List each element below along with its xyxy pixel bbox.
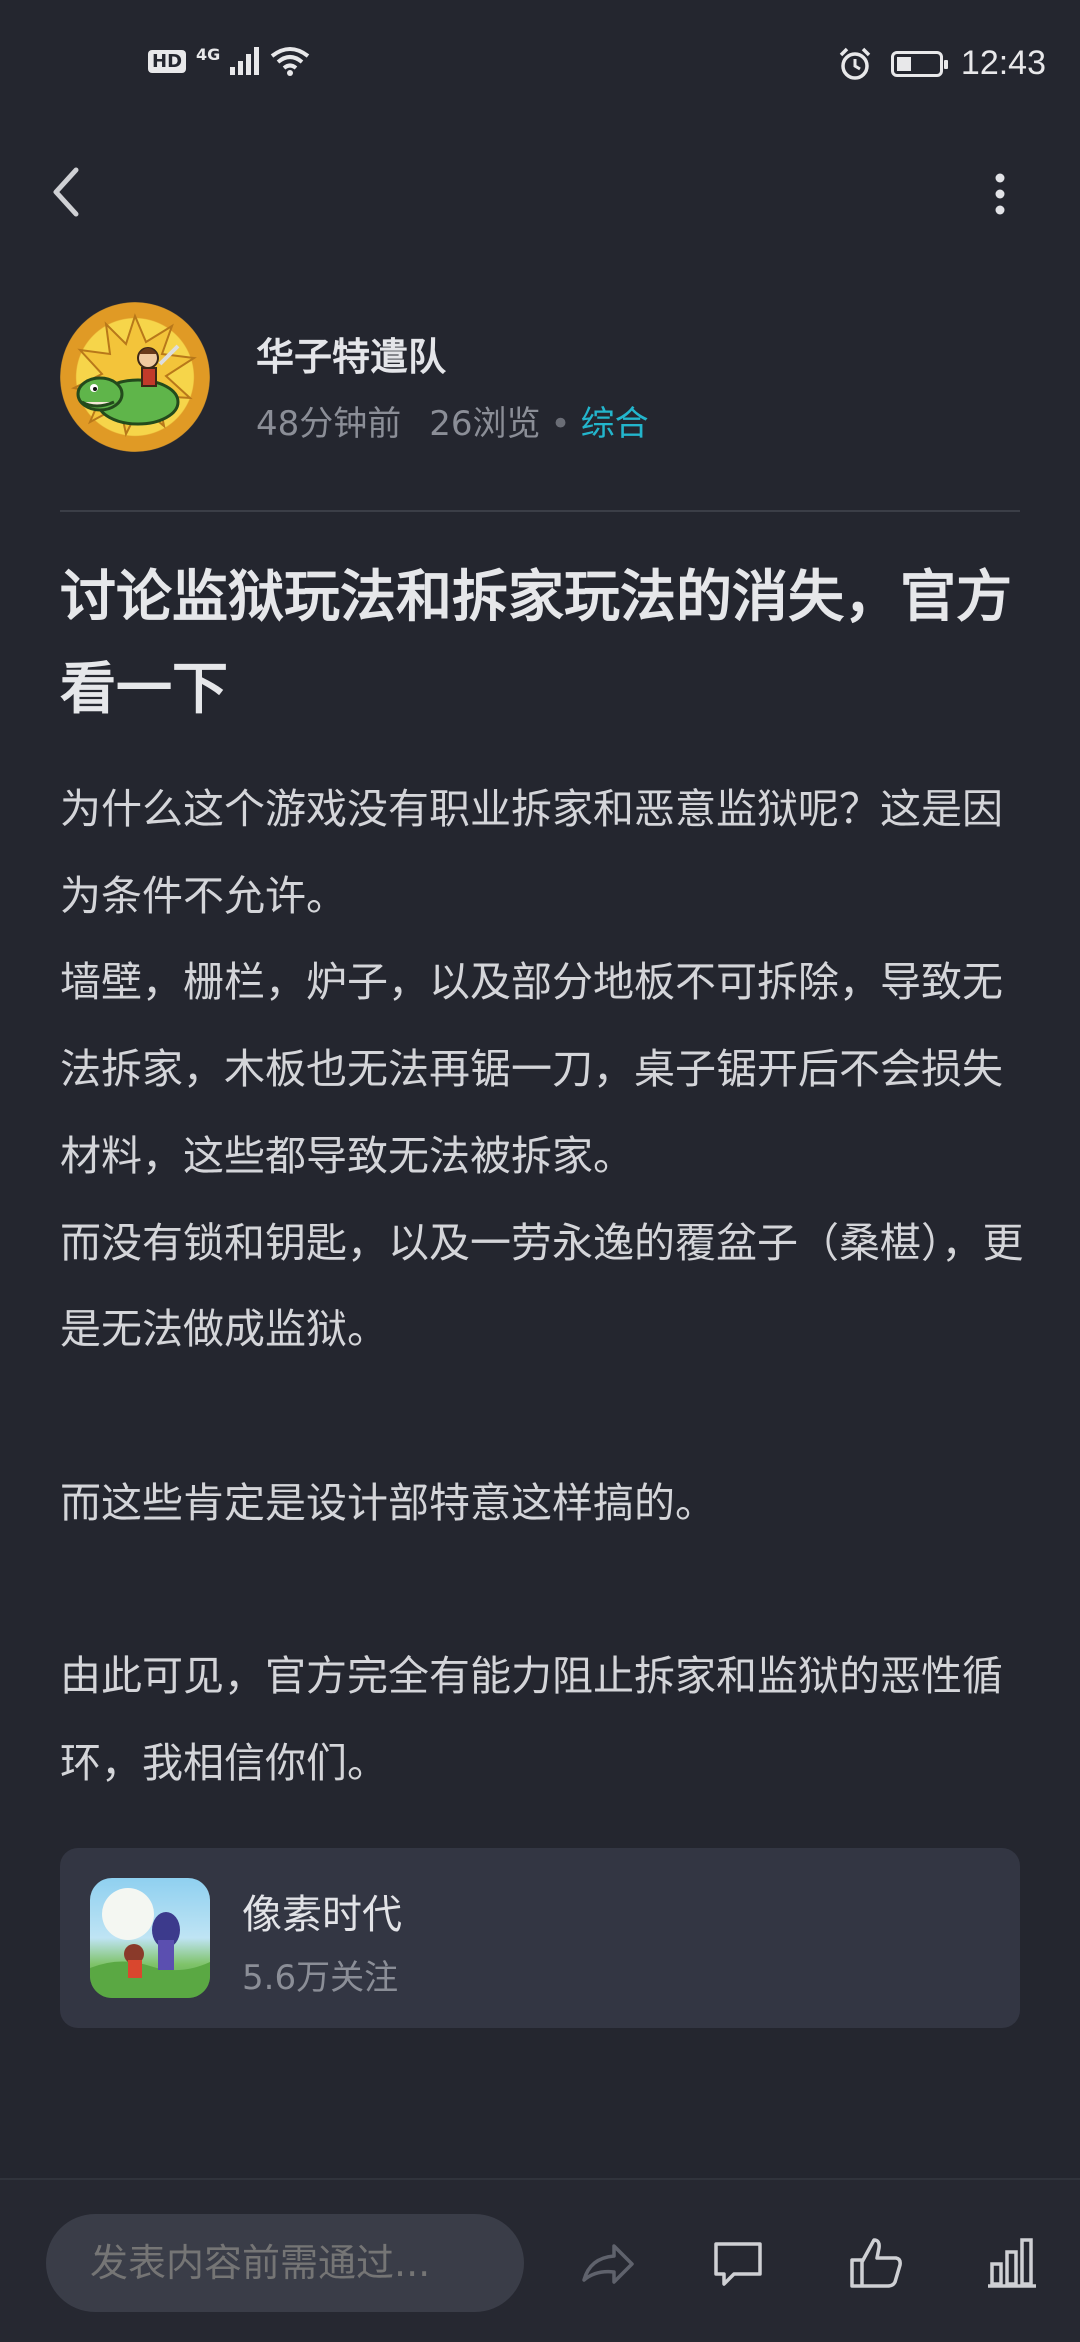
post-paragraph: 而没有锁和钥匙，以及一劳永逸的覆盆子（桑椹），更是无法做成监狱。 bbox=[60, 1218, 1024, 1354]
post-paragraph: 而这些肯定是设计部特意这样搞的。 bbox=[60, 1478, 716, 1527]
game-card[interactable]: 像素时代 5.6万关注 bbox=[60, 1848, 1020, 2028]
post-paragraph: 为什么这个游戏没有职业拆家和恶意监狱呢？这是因为条件不允许。 bbox=[60, 785, 1003, 920]
hd-badge: HD bbox=[148, 49, 187, 73]
chevron-left-icon[interactable] bbox=[46, 162, 86, 222]
game-name: 像素时代 bbox=[242, 1892, 402, 1938]
post-paragraph: 墙壁，栅栏，炉子，以及部分地板不可拆除，导致无法拆家，木板也无法再锯一刀，桌子锯… bbox=[60, 958, 1003, 1180]
view-count: 26浏览 bbox=[429, 404, 541, 444]
status-right: 12:43 bbox=[837, 44, 1046, 83]
battery-icon bbox=[890, 50, 948, 77]
status-bar: HD 4G 12:43 bbox=[0, 0, 1080, 130]
battery-level bbox=[896, 56, 911, 71]
signal-icon bbox=[230, 47, 260, 75]
status-left: HD 4G bbox=[148, 44, 310, 76]
comment-input[interactable] bbox=[46, 2214, 524, 2312]
share-icon[interactable] bbox=[578, 2234, 638, 2294]
author-name[interactable]: 华子特遣队 bbox=[256, 326, 446, 381]
category-tag[interactable]: 综合 bbox=[581, 404, 649, 444]
bottom-bar bbox=[0, 2178, 1080, 2342]
post-time: 48分钟前 bbox=[256, 404, 402, 444]
like-icon[interactable] bbox=[846, 2234, 906, 2294]
rank-icon[interactable] bbox=[982, 2234, 1042, 2294]
network-label: 4G bbox=[196, 44, 221, 64]
wifi-icon bbox=[271, 47, 310, 76]
dinosaur-rider-icon bbox=[71, 313, 197, 437]
post-title: 讨论监狱玩法和拆家玩法的消失，官方看一下 bbox=[60, 565, 1012, 722]
post-paragraph: 由此可见，官方完全有能力阻止拆家和监狱的恶性循环，我相信你们。 bbox=[60, 1652, 1003, 1787]
clock: 12:43 bbox=[960, 44, 1046, 82]
game-followers: 5.6万关注 bbox=[242, 1958, 399, 1998]
divider bbox=[60, 510, 1020, 512]
post-body: 为什么这个游戏没有职业拆家和恶意监狱呢？这是因为条件不允许。 墙壁，栅栏，炉子，… bbox=[60, 766, 1030, 1806]
separator-dot: • bbox=[550, 404, 571, 444]
alarm-icon bbox=[839, 47, 871, 80]
post-meta: 48分钟前 26浏览 • 综合 bbox=[256, 396, 649, 445]
more-vertical-icon[interactable] bbox=[990, 172, 1010, 216]
comment-icon[interactable] bbox=[708, 2234, 768, 2294]
game-icon bbox=[90, 1878, 210, 1998]
avatar[interactable] bbox=[60, 302, 210, 452]
